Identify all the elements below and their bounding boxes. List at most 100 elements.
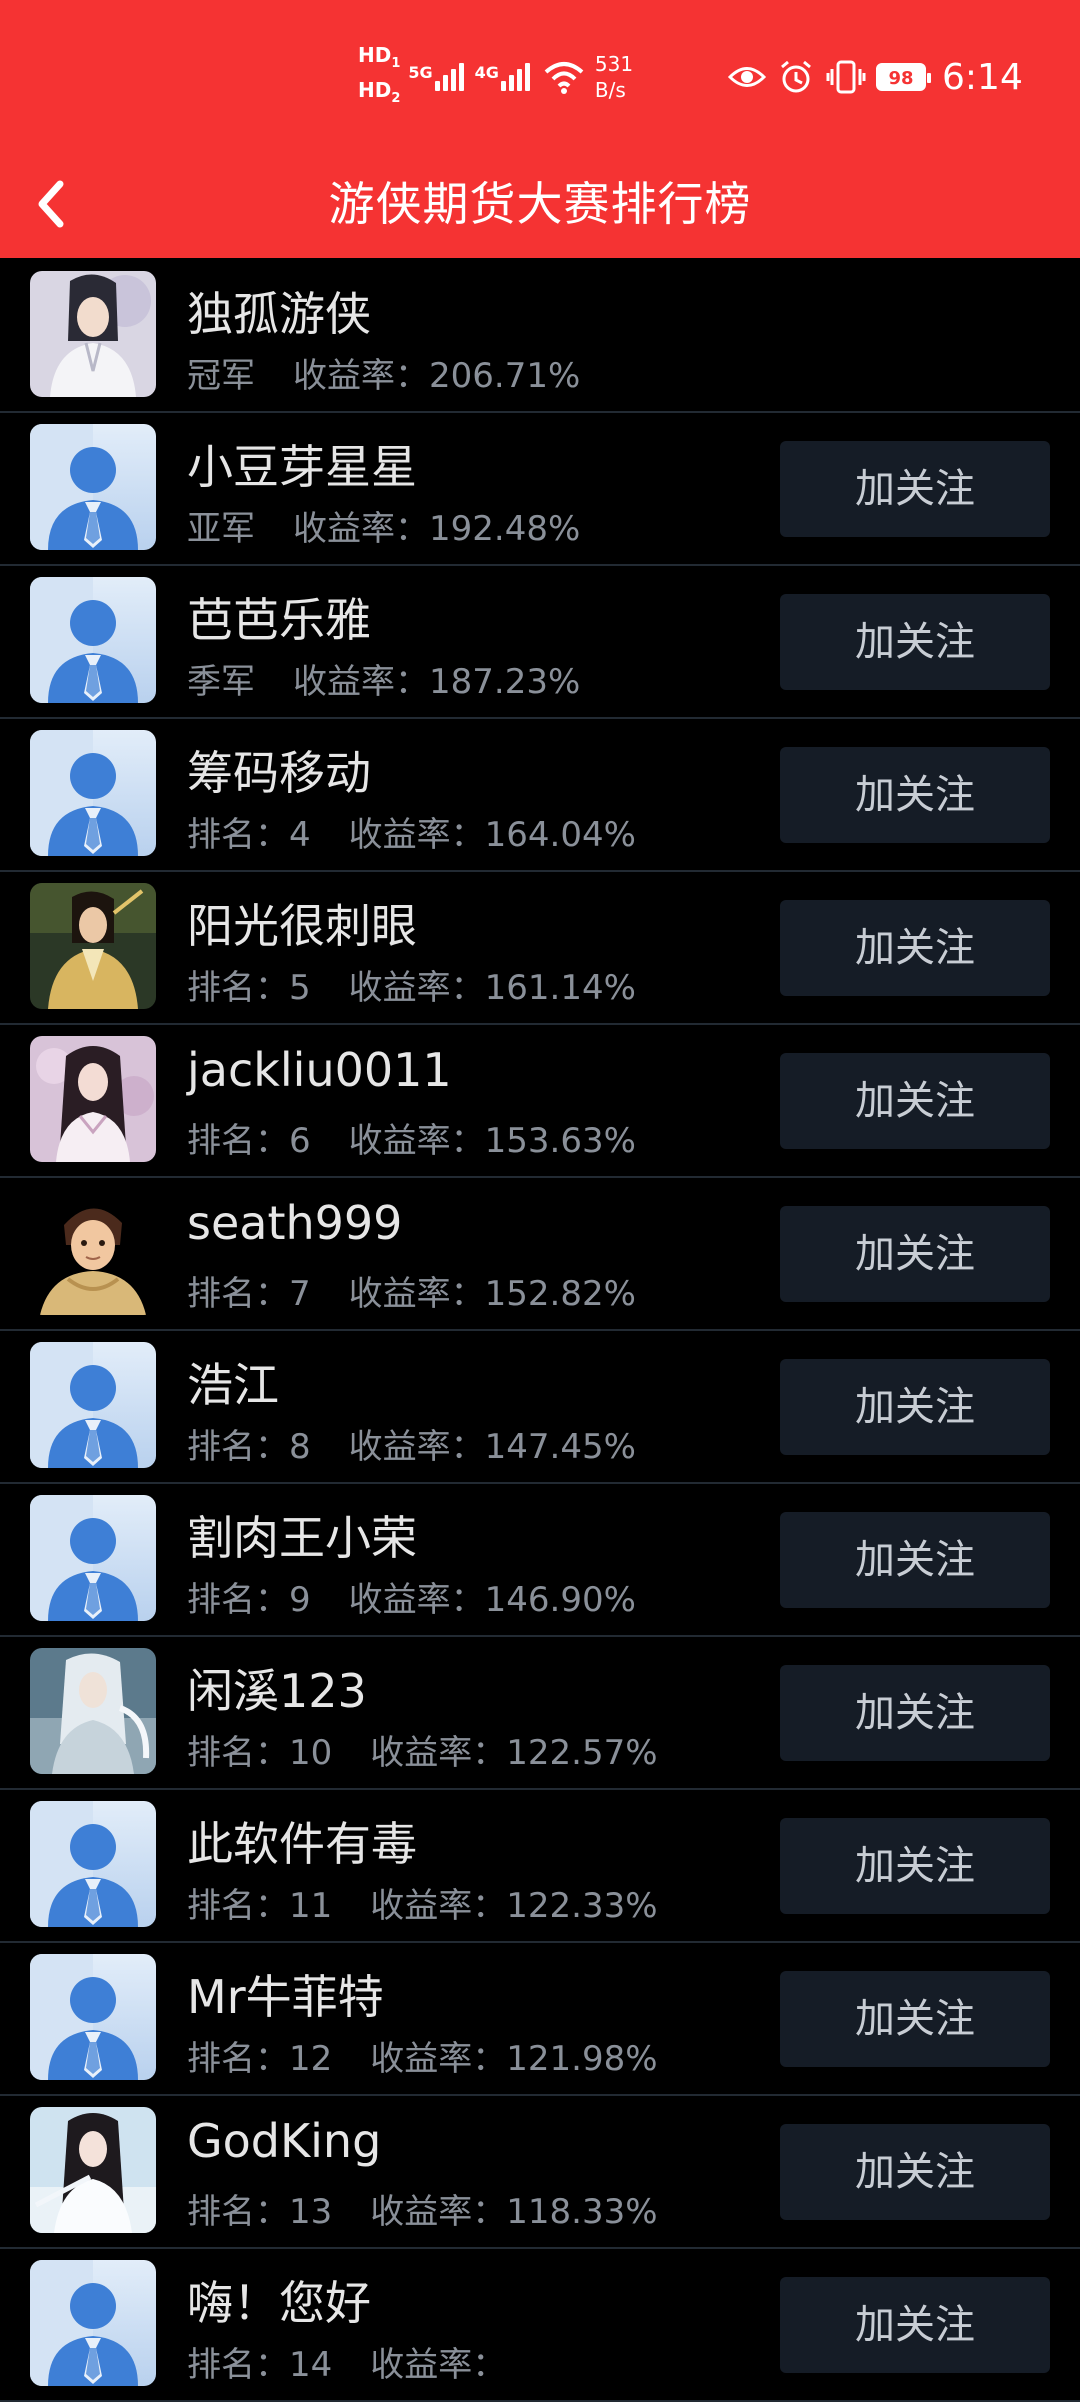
avatar[interactable] <box>30 424 156 550</box>
avatar-image <box>30 2260 156 2386</box>
rate-label: 收益率： <box>370 2345 507 2385</box>
rank-label: 季军 <box>187 662 255 702</box>
rank-label: 排名：7 <box>187 1274 311 1314</box>
follow-button[interactable]: 加关注 <box>780 1665 1050 1761</box>
follow-button[interactable]: 加关注 <box>780 2124 1050 2220</box>
ranking-row[interactable]: 嗨！您好 排名：14 收益率： 加关注 <box>0 2249 1080 2402</box>
rate-value: 152.82% <box>484 1274 636 1314</box>
avatar[interactable] <box>30 883 156 1009</box>
ranking-row[interactable]: 此软件有毒 排名：11 收益率：122.33% 加关注 <box>0 1790 1080 1943</box>
rate-value: 206.71% <box>429 356 581 396</box>
rate-label: 收益率： <box>370 1733 507 1773</box>
avatar-image <box>30 1189 156 1315</box>
signal-4g-icon: 4G <box>475 63 533 91</box>
rate-value: 122.33% <box>506 1886 658 1926</box>
rate-value: 121.98% <box>506 2039 658 2079</box>
follow-button[interactable]: 加关注 <box>780 1053 1050 1149</box>
ranking-row[interactable]: 独孤游侠 冠军收益率：206.71% 加关注 <box>0 260 1080 413</box>
rank-label: 冠军 <box>187 356 255 396</box>
ranking-row[interactable]: 阳光很刺眼 排名：5 收益率：161.14% 加关注 <box>0 872 1080 1025</box>
rate-label: 收益率： <box>293 662 429 702</box>
follow-button[interactable]: 加关注 <box>780 2277 1050 2373</box>
rate-value: 122.57% <box>506 1733 658 1773</box>
avatar[interactable] <box>30 730 156 856</box>
follow-button[interactable]: 加关注 <box>780 1971 1050 2067</box>
rank-label: 排名：14 <box>187 2345 333 2385</box>
avatar-image <box>30 1954 156 2080</box>
user-name: 阳光很刺眼 <box>187 899 417 953</box>
ranking-row[interactable]: 割肉王小荣 排名：9 收益率：146.90% 加关注 <box>0 1484 1080 1637</box>
rate-value: 118.33% <box>506 2192 658 2232</box>
avatar[interactable] <box>30 2107 156 2233</box>
rank-label: 排名：13 <box>187 2192 333 2232</box>
avatar[interactable] <box>30 1036 156 1162</box>
status-bar: HD1 HD2 5G 4G 531 B/s 98 6:14 <box>0 0 1080 150</box>
avatar[interactable] <box>30 1801 156 1927</box>
ranking-row[interactable]: GodKing 排名：13 收益率：118.33% 加关注 <box>0 2096 1080 2249</box>
user-name: 独孤游侠 <box>187 287 371 341</box>
rank-info: 亚军 收益率：192.48% <box>187 501 580 550</box>
ranking-row[interactable]: 闲溪123 排名：10 收益率：122.57% 加关注 <box>0 1637 1080 1790</box>
follow-button[interactable]: 加关注 <box>780 1512 1050 1608</box>
avatar-image <box>30 424 156 550</box>
avatar-image <box>30 577 156 703</box>
rank-label: 排名：5 <box>187 968 311 1008</box>
avatar[interactable] <box>30 577 156 703</box>
avatar[interactable] <box>30 2260 156 2386</box>
rank-info: 排名：8 收益率：147.45% <box>187 1419 636 1468</box>
rank-label: 排名：11 <box>187 1886 333 1926</box>
avatar-image <box>30 2107 156 2233</box>
rate-label: 收益率： <box>348 1580 485 1620</box>
user-name: 割肉王小荣 <box>187 1511 417 1565</box>
hd-indicators: HD1 HD2 <box>358 42 400 112</box>
rank-info: 排名：14 收益率： <box>187 2337 506 2386</box>
hd1-indicator: HD1 <box>358 43 401 71</box>
rank-info: 排名：12 收益率：121.98% <box>187 2031 658 2080</box>
rank-info: 排名：9 收益率：146.90% <box>187 1572 636 1621</box>
rank-info: 排名：10 收益率：122.57% <box>187 1725 658 1774</box>
rank-info: 排名：11 收益率：122.33% <box>187 1878 658 1927</box>
follow-button[interactable]: 加关注 <box>780 900 1050 996</box>
ranking-row[interactable]: 浩江 排名：8 收益率：147.45% 加关注 <box>0 1331 1080 1484</box>
follow-button[interactable]: 加关注 <box>780 1359 1050 1455</box>
user-name: 嗨！您好 <box>187 2276 371 2330</box>
rate-label: 收益率： <box>348 1121 485 1161</box>
avatar[interactable] <box>30 1495 156 1621</box>
ranking-row[interactable]: 小豆芽星星 亚军 收益率：192.48% 加关注 <box>0 413 1080 566</box>
rate-value: 146.90% <box>484 1580 636 1620</box>
rank-info: 排名：6 收益率：153.63% <box>187 1113 636 1162</box>
follow-button[interactable]: 加关注 <box>780 441 1050 537</box>
rate-label: 收益率： <box>348 815 485 855</box>
ranking-row[interactable]: jackliu0011 排名：6 收益率：153.63% 加关注 <box>0 1025 1080 1178</box>
avatar[interactable] <box>30 1648 156 1774</box>
status-network-group: HD1 HD2 5G 4G 531 B/s <box>358 42 634 112</box>
rank-info: 排名：4 收益率：164.04% <box>187 807 636 856</box>
ranking-row[interactable]: seath999 排名：7 收益率：152.82% 加关注 <box>0 1178 1080 1331</box>
rank-label: 排名：6 <box>187 1121 311 1161</box>
ranking-row[interactable]: 筹码移动 排名：4 收益率：164.04% 加关注 <box>0 719 1080 872</box>
avatar[interactable] <box>30 271 156 397</box>
user-name: 浩江 <box>187 1358 279 1412</box>
ranking-list[interactable]: 独孤游侠 冠军收益率：206.71% 加关注 小豆芽星星 亚军收益率：192.4… <box>0 260 1080 2402</box>
user-name: 筹码移动 <box>187 746 371 800</box>
user-name: 此软件有毒 <box>187 1817 417 1871</box>
user-name: 小豆芽星星 <box>187 440 417 494</box>
avatar-image <box>30 1036 156 1162</box>
ranking-row[interactable]: 芭芭乐雅 季军 收益率：187.23% 加关注 <box>0 566 1080 719</box>
rank-label: 排名：9 <box>187 1580 311 1620</box>
follow-button[interactable]: 加关注 <box>780 594 1050 690</box>
follow-button[interactable]: 加关注 <box>780 747 1050 843</box>
rate-label: 收益率： <box>348 968 485 1008</box>
avatar[interactable] <box>30 1342 156 1468</box>
follow-button[interactable]: 加关注 <box>780 1206 1050 1302</box>
network-speed: 531 B/s <box>594 52 634 102</box>
status-time: 6:14 <box>942 56 1023 98</box>
status-system-group: 98 6:14 <box>728 45 1023 109</box>
header-bar: 游侠期货大赛排行榜 <box>0 150 1080 258</box>
rate-label: 收益率： <box>370 1886 507 1926</box>
follow-button[interactable]: 加关注 <box>780 1818 1050 1914</box>
rank-label: 排名：4 <box>187 815 311 855</box>
avatar[interactable] <box>30 1954 156 2080</box>
avatar[interactable] <box>30 1189 156 1315</box>
ranking-row[interactable]: Mr牛菲特 排名：12 收益率：121.98% 加关注 <box>0 1943 1080 2096</box>
